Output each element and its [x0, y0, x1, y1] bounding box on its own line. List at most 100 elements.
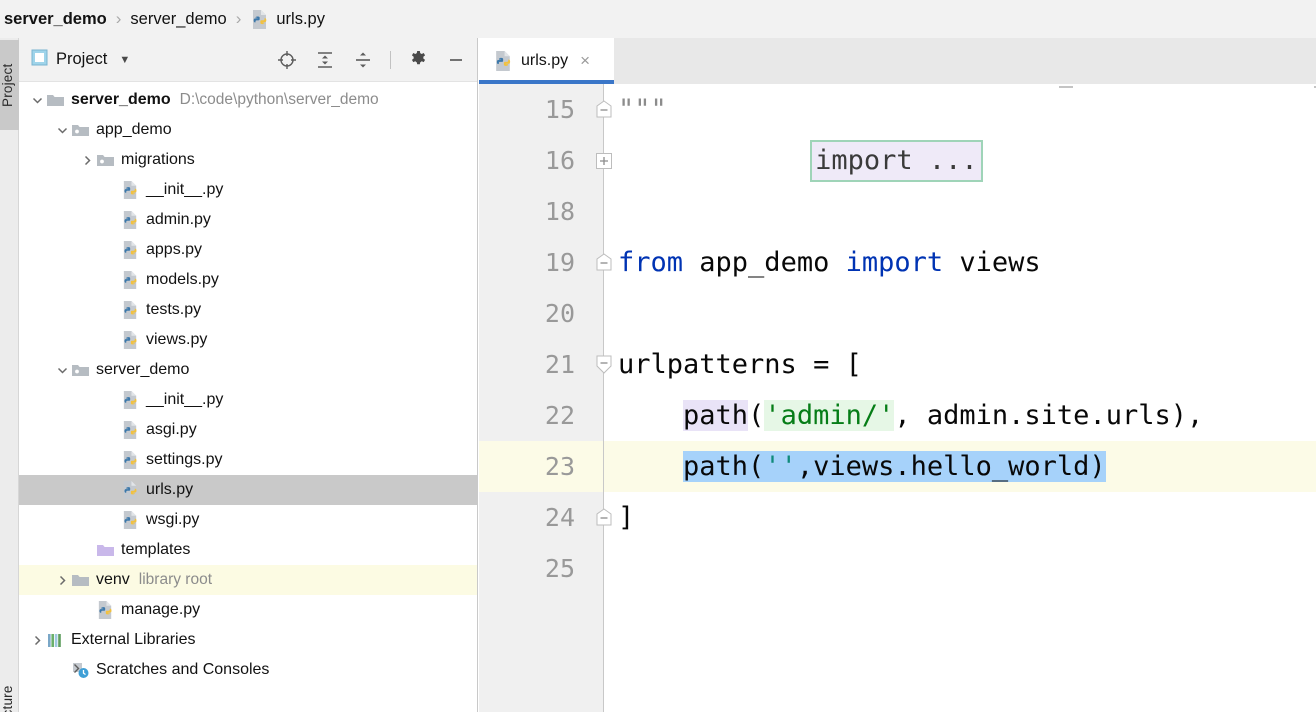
tree-node-detail: D:\code\python\server_demo — [179, 91, 379, 108]
folded-import-region[interactable]: import ... — [810, 139, 983, 182]
folder-module-icon — [70, 360, 90, 380]
line-number-18[interactable]: 18 — [479, 186, 604, 237]
breadcrumb-item-package[interactable]: server_demo — [130, 10, 226, 29]
tree-node-label: wsgi.py — [146, 511, 200, 528]
tree-node-init-py[interactable]: __init__.py — [19, 175, 477, 205]
toolbar-divider — [390, 50, 391, 69]
tree-node-app-demo[interactable]: app_demo — [19, 115, 477, 145]
line-number-21[interactable]: 21 — [479, 339, 604, 390]
tree-node-scratches-and-consoles[interactable]: Scratches and Consoles — [19, 655, 477, 685]
tree-node-label: views.py — [146, 331, 208, 348]
python-file-icon — [120, 300, 140, 320]
tree-node-views-py[interactable]: views.py — [19, 325, 477, 355]
line-number-24[interactable]: 24 — [479, 492, 604, 543]
tree-node-label: app_demo — [96, 121, 172, 138]
editor-tab-urls-py[interactable]: urls.py × — [479, 38, 614, 84]
code-line-22: path('admin/', admin.site.urls), — [604, 390, 1316, 441]
line-number-23[interactable]: 23 — [479, 441, 604, 492]
tree-node-apps-py[interactable]: apps.py — [19, 235, 477, 265]
chevron-down-icon[interactable] — [29, 92, 45, 108]
project-panel-title-group[interactable]: Project ▼ — [31, 49, 130, 70]
tree-node-label: Scratches and Consoles — [96, 661, 270, 678]
tree-node-init-py[interactable]: __init__.py — [19, 385, 477, 415]
editor-tab-label: urls.py — [521, 52, 569, 69]
breadcrumb-separator: › — [115, 9, 122, 28]
tree-node-venv[interactable]: venv library root — [19, 565, 477, 595]
string-empty-route: '' — [764, 451, 797, 482]
tree-node-admin-py[interactable]: admin.py — [19, 205, 477, 235]
project-tree: server_demo D:\code\python\server_demoapp… — [19, 82, 477, 685]
tree-node-wsgi-py[interactable]: wsgi.py — [19, 505, 477, 535]
breadcrumb-label: urls.py — [276, 9, 325, 28]
project-window-icon — [31, 49, 48, 70]
line-number-19[interactable]: 19 — [479, 237, 604, 288]
python-file-icon — [120, 240, 140, 260]
project-tool-window: Project ▼ server_demo D:\code\python\ser… — [19, 38, 478, 712]
code-editor[interactable]: 15 16 18 19 20 21 22 23 24 25 """ import… — [479, 84, 1316, 712]
breadcrumb-label: server_demo — [4, 9, 107, 28]
chevron-right-icon[interactable] — [29, 632, 45, 648]
line-number-25[interactable]: 25 — [479, 543, 604, 594]
project-panel-toolbar — [276, 49, 467, 71]
tree-node-label: admin.py — [146, 211, 211, 228]
line-number-22[interactable]: 22 — [479, 390, 604, 441]
tree-node-migrations[interactable]: migrations — [19, 145, 477, 175]
line-number-16[interactable]: 16 — [479, 135, 604, 186]
collapse-all-icon[interactable] — [352, 49, 374, 71]
gear-icon[interactable] — [407, 49, 429, 71]
fn-path: path( — [683, 451, 765, 482]
python-file-icon — [120, 480, 140, 500]
tree-node-label: apps.py — [146, 241, 203, 258]
breadcrumb-item-file[interactable]: urls.py — [250, 9, 325, 30]
tree-node-external-libraries[interactable]: External Libraries — [19, 625, 477, 655]
tree-node-label: server_demo — [71, 91, 171, 108]
rest-of-call: ,views.hello_world) — [796, 451, 1106, 482]
tree-node-server-demo[interactable]: server_demo D:\code\python\server_demo — [19, 85, 477, 115]
python-file-icon — [120, 510, 140, 530]
chevron-right-icon[interactable] — [79, 152, 95, 168]
import-target: views — [943, 247, 1041, 278]
breadcrumb-item-project[interactable]: server_demo — [4, 10, 107, 29]
tree-node-server-demo[interactable]: server_demo — [19, 355, 477, 385]
tree-node-label: manage.py — [121, 601, 201, 618]
string-admin-route: 'admin/' — [764, 400, 895, 431]
tool-window-tab-project[interactable]: Project — [0, 40, 19, 130]
python-file-icon — [250, 9, 270, 30]
line-number-15[interactable]: 15 — [479, 84, 604, 135]
tree-node-tests-py[interactable]: tests.py — [19, 295, 477, 325]
code-line-16: import ... — [604, 135, 1316, 186]
project-panel-header: Project ▼ — [19, 38, 477, 82]
expand-all-icon[interactable] — [314, 49, 336, 71]
function-path-usage: path — [683, 400, 749, 431]
chevron-down-icon[interactable] — [54, 122, 70, 138]
folder-root-icon — [70, 570, 90, 590]
keyword-from: from — [618, 247, 684, 278]
folder-module-icon — [70, 120, 90, 140]
tool-window-tab-structure[interactable]: Structure — [0, 678, 19, 712]
tree-node-settings-py[interactable]: settings.py — [19, 445, 477, 475]
code-text-urlpatterns: urlpatterns = [ — [618, 349, 862, 380]
code-line-21: urlpatterns = [ — [604, 339, 1316, 390]
tree-node-models-py[interactable]: models.py — [19, 265, 477, 295]
tree-node-label: __init__.py — [146, 181, 224, 198]
tree-node-urls-py[interactable]: urls.py — [19, 475, 477, 505]
pycharm-window: server_demo › server_demo › urls.py Proj… — [0, 0, 1316, 712]
editor-tab-bar: urls.py × — [479, 38, 1316, 84]
hide-panel-icon[interactable] — [445, 49, 467, 71]
chevron-down-icon[interactable]: ▼ — [119, 54, 130, 66]
line-number-20[interactable]: 20 — [479, 288, 604, 339]
python-file-icon — [493, 50, 514, 72]
locate-file-icon[interactable] — [276, 49, 298, 71]
chevron-down-icon[interactable] — [54, 362, 70, 378]
tree-node-asgi-py[interactable]: asgi.py — [19, 415, 477, 445]
tree-node-manage-py[interactable]: manage.py — [19, 595, 477, 625]
python-file-icon — [120, 330, 140, 350]
code-lines: """ import ... from app_demo import view… — [604, 84, 1316, 712]
code-line-24: ] — [604, 492, 1316, 543]
tree-node-templates[interactable]: templates — [19, 535, 477, 565]
breadcrumb-label: server_demo — [130, 9, 227, 28]
chevron-right-icon[interactable] — [54, 572, 70, 588]
close-icon[interactable]: × — [580, 51, 590, 71]
selected-path-call[interactable]: path('',views.hello_world) — [683, 451, 1106, 482]
